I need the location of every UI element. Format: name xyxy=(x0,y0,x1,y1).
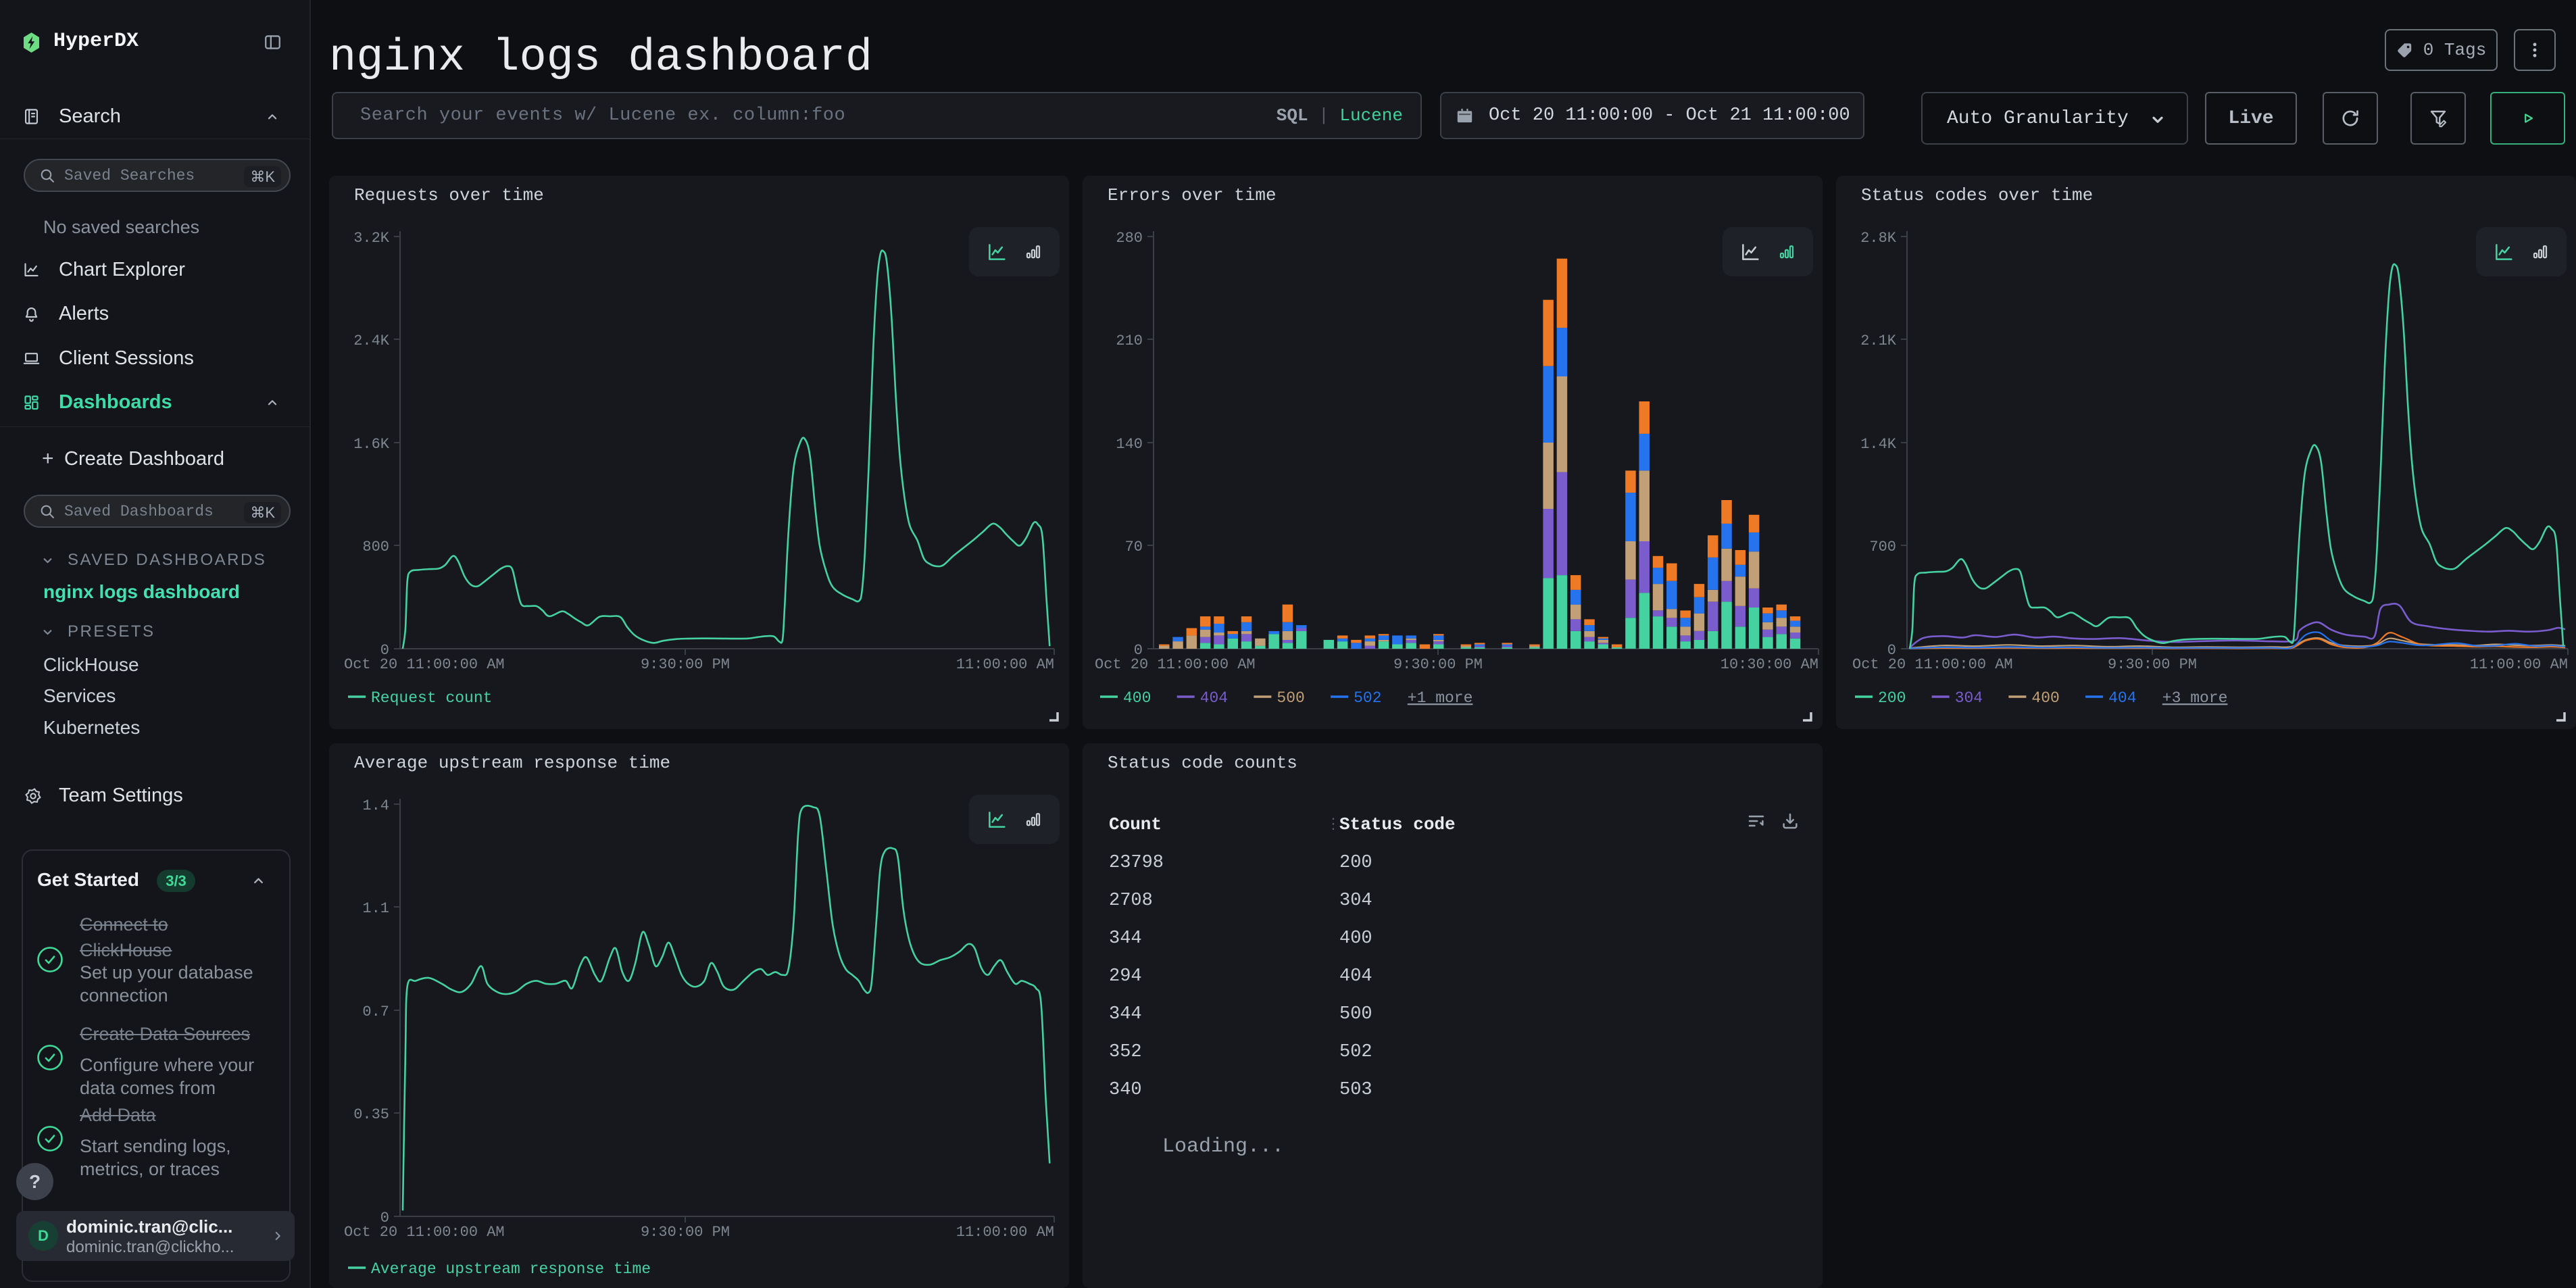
svg-text:404: 404 xyxy=(1200,689,1228,707)
svg-text:340: 340 xyxy=(1109,1080,1142,1100)
svg-text:11:00:00 AM: 11:00:00 AM xyxy=(2470,656,2568,673)
svg-text:2.1K: 2.1K xyxy=(1860,332,1897,349)
svg-text:Oct 20 11:00:00 AM: Oct 20 11:00:00 AM xyxy=(344,1224,505,1241)
svg-text:0.7: 0.7 xyxy=(362,1004,389,1020)
svg-text:344: 344 xyxy=(1109,1004,1142,1024)
svg-text:Average upstream response time: Average upstream response time xyxy=(371,1260,651,1278)
svg-text:Oct 20 11:00:00 AM: Oct 20 11:00:00 AM xyxy=(1852,656,2013,673)
svg-text:404: 404 xyxy=(2108,689,2136,707)
svg-text:⋮: ⋮ xyxy=(1326,816,1341,833)
svg-text:9:30:00 PM: 9:30:00 PM xyxy=(2108,656,2197,673)
svg-text:Count: Count xyxy=(1109,814,1162,835)
svg-text:10:30:00 AM: 10:30:00 AM xyxy=(1720,656,1818,673)
svg-text:Request count: Request count xyxy=(371,689,492,707)
svg-text:400: 400 xyxy=(1123,689,1151,707)
svg-text:304: 304 xyxy=(1339,891,1372,911)
svg-text:11:00:00 AM: 11:00:00 AM xyxy=(956,656,1054,673)
svg-text:344: 344 xyxy=(1109,928,1142,949)
svg-text:+3 more: +3 more xyxy=(2162,689,2228,707)
svg-text:9:30:00 PM: 9:30:00 PM xyxy=(1393,656,1483,673)
svg-text:23798: 23798 xyxy=(1109,853,1164,873)
svg-text:1.6K: 1.6K xyxy=(353,436,390,453)
svg-text:Oct 20 11:00:00 AM: Oct 20 11:00:00 AM xyxy=(344,656,505,673)
svg-text:700: 700 xyxy=(1869,539,1896,555)
svg-text:280: 280 xyxy=(1116,230,1143,247)
svg-text:502: 502 xyxy=(1354,689,1381,707)
svg-text:503: 503 xyxy=(1339,1080,1372,1100)
svg-text:140: 140 xyxy=(1116,436,1143,453)
svg-text:294: 294 xyxy=(1109,966,1142,987)
svg-text:+1 more: +1 more xyxy=(1408,689,1473,707)
svg-text:70: 70 xyxy=(1125,539,1143,555)
svg-text:Oct 20 11:00:00 AM: Oct 20 11:00:00 AM xyxy=(1095,656,1256,673)
svg-text:200: 200 xyxy=(1878,689,1906,707)
svg-text:304: 304 xyxy=(1955,689,1983,707)
svg-text:400: 400 xyxy=(2031,689,2059,707)
svg-text:1.4: 1.4 xyxy=(362,797,389,814)
svg-text:404: 404 xyxy=(1339,966,1372,987)
svg-text:0.35: 0.35 xyxy=(353,1106,389,1123)
svg-text:352: 352 xyxy=(1109,1042,1142,1062)
svg-text:200: 200 xyxy=(1339,853,1372,873)
svg-text:Loading...: Loading... xyxy=(1162,1135,1284,1158)
svg-text:2.8K: 2.8K xyxy=(1860,230,1897,247)
svg-text:9:30:00 PM: 9:30:00 PM xyxy=(641,656,730,673)
svg-text:502: 502 xyxy=(1339,1042,1372,1062)
svg-text:800: 800 xyxy=(362,539,389,555)
svg-text:500: 500 xyxy=(1339,1004,1372,1024)
svg-text:11:00:00 AM: 11:00:00 AM xyxy=(956,1224,1054,1241)
svg-text:2.4K: 2.4K xyxy=(353,332,390,349)
svg-text:400: 400 xyxy=(1339,928,1372,949)
svg-text:3.2K: 3.2K xyxy=(353,230,390,247)
svg-text:Status code: Status code xyxy=(1339,814,1456,835)
svg-text:210: 210 xyxy=(1116,332,1143,349)
svg-text:1.1: 1.1 xyxy=(362,900,389,917)
svg-text:9:30:00 PM: 9:30:00 PM xyxy=(641,1224,730,1241)
svg-text:500: 500 xyxy=(1277,689,1304,707)
svg-text:2708: 2708 xyxy=(1109,891,1153,911)
svg-text:1.4K: 1.4K xyxy=(1860,436,1897,453)
